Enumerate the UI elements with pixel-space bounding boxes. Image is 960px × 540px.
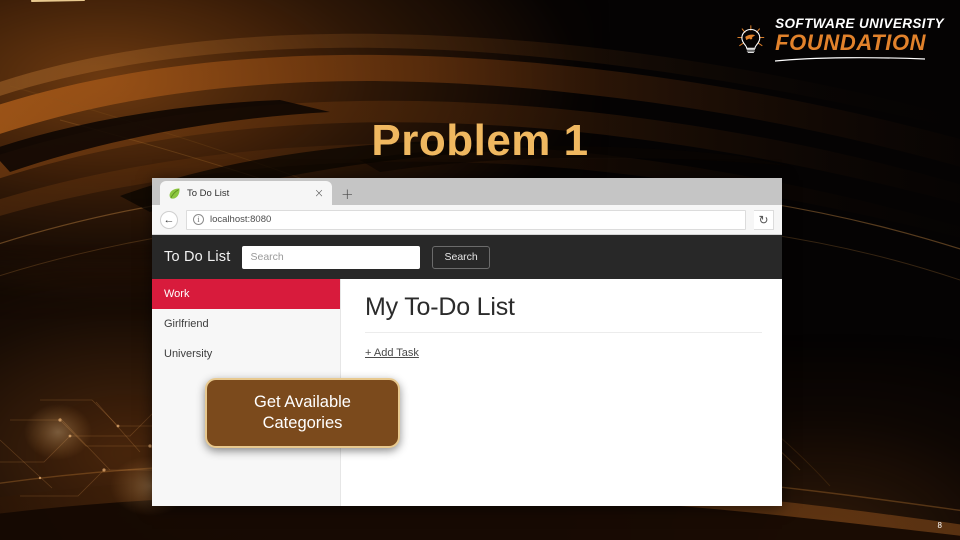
browser-window: To Do List × + ← i localhost:8080 ↻ To D… [152,178,782,506]
content-heading: My To-Do List [365,293,515,321]
close-icon[interactable]: × [312,187,326,199]
sidebar-item-label: University [164,348,213,360]
sidebar-item-label: Work [164,288,190,300]
sidebar-item-work[interactable]: Work [152,279,340,309]
add-task-link[interactable]: + Add Task [365,347,419,359]
browser-tab-title: To Do List [187,187,230,199]
logo-wordmark: SOFTWARE UNIVERSITY FOUNDATION [775,17,944,63]
callout-line-2: Categories [262,414,343,432]
new-tab-button[interactable]: + [341,187,354,202]
main-content: My To-Do List + Add Task [341,279,782,506]
page-title: Problem 1 [371,116,589,165]
slide-canvas: SOFTWARE UNIVERSITY FOUNDATION Problem 1… [0,0,960,540]
info-icon[interactable]: i [193,214,204,225]
sidebar-item-university[interactable]: University [152,339,340,369]
callout-box: Get Available Categories [205,378,400,448]
software-university-foundation-logo: SOFTWARE UNIVERSITY FOUNDATION [736,12,944,68]
back-icon[interactable]: ← [160,210,178,229]
callout-tail [31,0,85,2]
logo-underline-swoosh [775,56,926,62]
address-bar-url: localhost:8080 [210,214,272,225]
logo-line-1: SOFTWARE UNIVERSITY [775,16,944,32]
sidebar-item-girlfriend[interactable]: Girlfriend [152,309,340,339]
browser-tab[interactable]: To Do List × [160,181,332,205]
callout-line-1: Get Available [254,393,351,412]
browser-toolbar: ← i localhost:8080 ↻ [152,205,782,235]
lightbulb-icon [737,25,765,54]
search-input[interactable] [242,245,421,269]
reload-icon[interactable]: ↻ [754,209,774,230]
search-button[interactable]: Search [432,245,490,269]
sidebar-item-label: Girlfriend [164,318,209,330]
callout-text: Get Available Categories [244,392,361,433]
app-navbar: To Do List Search [152,235,782,279]
page-number: 8 [937,521,942,530]
content-divider [365,331,762,333]
page-viewport: To Do List Search Work Girlfriend Univer… [152,235,782,506]
browser-tabstrip: To Do List × + [152,178,782,205]
logo-line-2: FOUNDATION [775,29,927,55]
leaf-icon [168,187,181,200]
address-bar[interactable]: i localhost:8080 [186,209,746,230]
app-brand[interactable]: To Do List [164,249,230,265]
